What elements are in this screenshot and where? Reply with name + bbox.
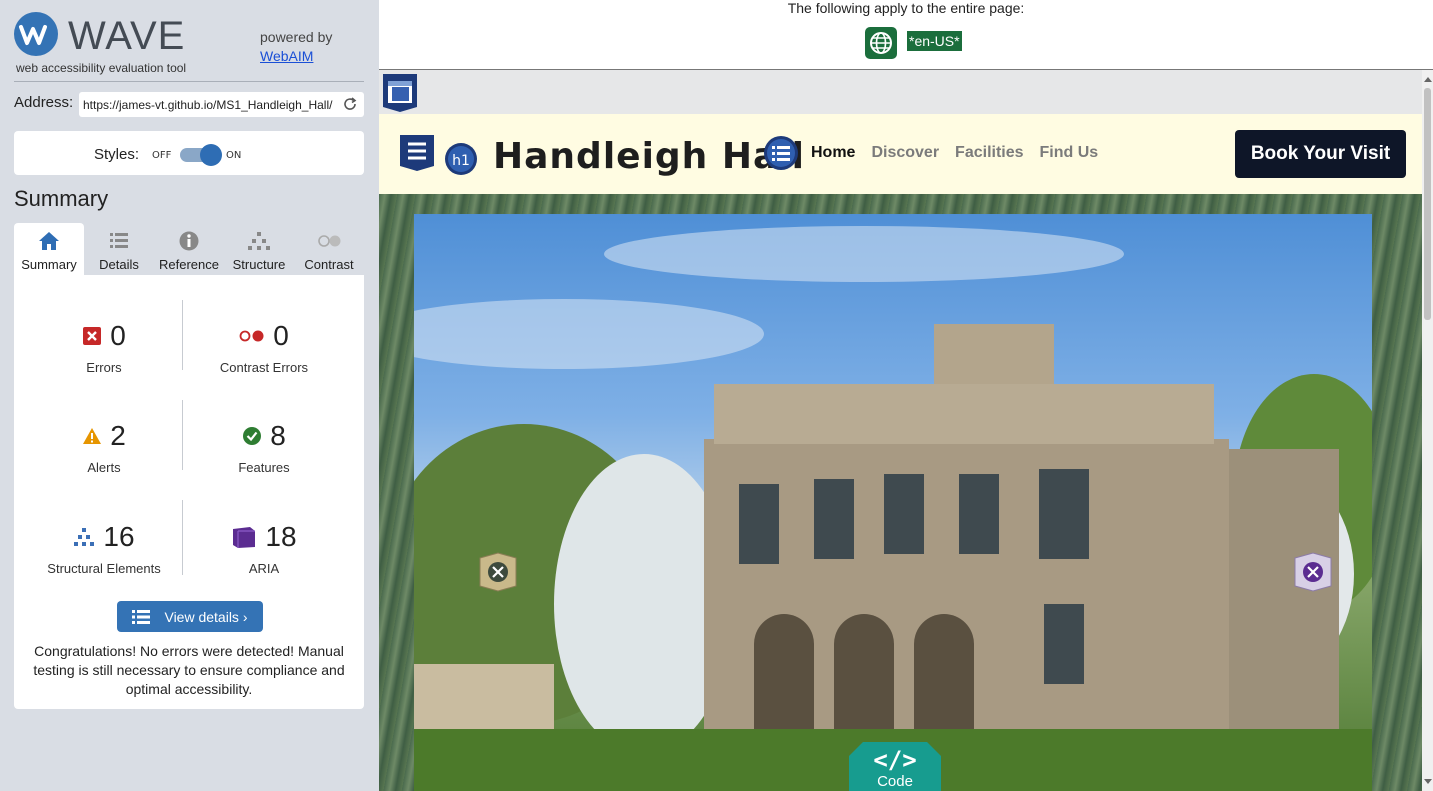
tab-label: Contrast (304, 257, 354, 272)
tab-summary[interactable]: Summary (14, 223, 84, 275)
code-tab[interactable]: </> Code (849, 742, 941, 791)
contrast-icon (318, 235, 341, 247)
features-label: Features (238, 460, 290, 475)
aria-label: ARIA (248, 561, 280, 576)
page-notice-text: The following apply to the entire page: (787, 0, 1025, 16)
webaim-link[interactable]: WebAIM (260, 48, 313, 64)
tab-label: Details (99, 257, 139, 272)
divider (14, 81, 364, 82)
features-count: 8 (270, 420, 286, 451)
wave-tabs: Summary Details Reference Structure Cont… (14, 223, 364, 275)
home-icon (39, 232, 59, 250)
styles-on-label: ON (226, 150, 242, 161)
globe-icon (870, 32, 892, 54)
address-bar (79, 92, 364, 117)
summary-panel: 0 Errors 0 Contrast Errors 2 Alerts 8 Fe… (14, 275, 364, 709)
site-header: h1 Handleigh Hall Home Discover Faciliti… (379, 114, 1422, 194)
styles-toggle-box: Styles: OFF ON (14, 131, 364, 175)
contrast-error-icon (239, 330, 264, 342)
tab-reference[interactable]: Reference (154, 223, 224, 275)
alert-redundant-link-icon[interactable] (479, 552, 517, 592)
list-region-icon[interactable] (763, 135, 799, 171)
stat-errors[interactable]: 0 Errors (24, 320, 184, 375)
error-icon (83, 327, 102, 345)
structure-icon (74, 528, 95, 546)
aria-hidden-icon[interactable] (1294, 552, 1332, 592)
nav-region-icon[interactable] (399, 134, 435, 172)
page-frame: h1 Handleigh Hall Home Discover Faciliti… (379, 70, 1422, 791)
powered-by-label: powered by (260, 29, 333, 45)
scroll-thumb[interactable] (1424, 88, 1431, 320)
list-icon (110, 233, 128, 248)
nav-link-home[interactable]: Home (811, 144, 855, 162)
styles-toggle[interactable] (180, 144, 222, 166)
main-nav: Home Discover Facilities Find Us (811, 144, 1098, 162)
h1-heading-icon[interactable]: h1 (444, 142, 478, 176)
language-code: *en-US* (907, 31, 962, 51)
powered-by: powered by WebAIM (260, 28, 332, 66)
styles-label: Styles: (94, 146, 140, 163)
tab-label: Structure (232, 257, 286, 272)
evaluated-page-area: The following apply to the entire page: … (379, 0, 1433, 791)
language-icon[interactable] (865, 27, 897, 59)
list-icon (132, 609, 151, 624)
tab-structure[interactable]: Structure (224, 223, 294, 275)
wave-sidebar: WAVE web accessibility evaluation tool p… (0, 0, 379, 791)
stat-contrast-errors[interactable]: 0 Contrast Errors (184, 320, 344, 375)
aria-count: 18 (265, 521, 297, 552)
alert-icon (83, 428, 102, 444)
scroll-up-arrow-icon[interactable] (1424, 77, 1432, 82)
stat-aria[interactable]: 18 ARIA (184, 521, 344, 576)
page-scrollbar[interactable] (1422, 70, 1433, 791)
tab-contrast[interactable]: Contrast (294, 223, 364, 275)
structural-count: 16 (103, 521, 135, 552)
alerts-label: Alerts (87, 460, 121, 475)
errors-count: 0 (110, 320, 126, 351)
hierarchy-icon (248, 232, 270, 250)
reload-icon[interactable] (342, 96, 358, 112)
errors-label: Errors (86, 360, 122, 375)
view-details-button[interactable]: View details › (117, 601, 263, 632)
hero-image (414, 214, 1372, 791)
wave-logo-text: WAVE (68, 14, 186, 58)
page-level-notice: The following apply to the entire page: … (379, 0, 1433, 70)
tab-label: Reference (159, 257, 219, 272)
alerts-count: 2 (110, 420, 126, 451)
nav-link-facilities[interactable]: Facilities (955, 144, 1023, 162)
congrats-message: Congratulations! No errors were detected… (33, 643, 345, 697)
structural-label: Structural Elements (47, 561, 161, 576)
address-label: Address: (14, 94, 74, 111)
aria-icon (233, 527, 256, 548)
toggle-knob (200, 144, 222, 166)
header-region-icon[interactable] (382, 73, 418, 113)
code-tab-label: Code (877, 773, 913, 790)
feature-check-icon (243, 427, 262, 445)
wave-tagline: web accessibility evaluation tool (16, 61, 187, 75)
tab-label: Summary (21, 257, 77, 272)
stat-alerts[interactable]: 2 Alerts (24, 420, 184, 475)
h1-badge-label: h1 (452, 153, 470, 169)
nav-link-discover[interactable]: Discover (871, 144, 939, 162)
hall-photo (414, 226, 1372, 791)
contrast-errors-label: Contrast Errors (219, 360, 309, 375)
summary-heading: Summary (14, 186, 109, 211)
wave-logo-icon (14, 12, 58, 56)
address-input[interactable] (83, 95, 335, 114)
nav-link-find-us[interactable]: Find Us (1040, 144, 1099, 162)
styles-off-label: OFF (152, 150, 172, 161)
view-details-label: View details › (164, 608, 248, 625)
info-icon (179, 231, 199, 251)
scroll-down-arrow-icon[interactable] (1424, 779, 1432, 784)
site-title: Handleigh Hall (493, 136, 805, 177)
tab-details[interactable]: Details (84, 223, 154, 275)
code-icon: </> (873, 746, 916, 774)
stat-structural[interactable]: 16 Structural Elements (24, 521, 184, 576)
book-visit-button[interactable]: Book Your Visit (1235, 130, 1406, 178)
contrast-errors-count: 0 (273, 320, 289, 351)
stat-features[interactable]: 8 Features (184, 420, 344, 475)
